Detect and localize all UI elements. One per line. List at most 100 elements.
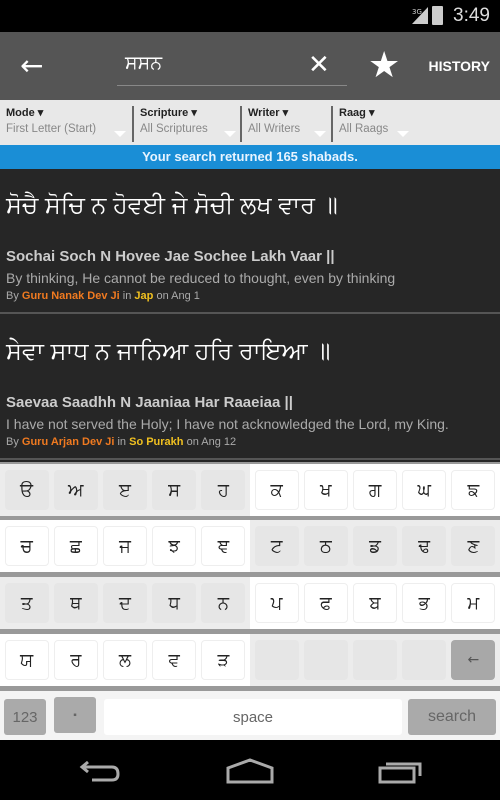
transliteration: Saevaa Saadhh N Jaaniaa Har Raaeiaa ||: [6, 394, 293, 411]
translation: By thinking, He cannot be reduced to tho…: [6, 270, 396, 286]
keyboard-row: ੳਅੲਸਹਕਖਗਘਙ: [0, 464, 500, 516]
result-item[interactable]: ਸੋਚੈ ਸੋਚਿ ਨ ਹੋਵਈ ਜੇ ਸੋਚੀ ਲਖ ਵਾਰ ॥ Sochai…: [0, 170, 500, 314]
letter-key[interactable]: ਡ: [352, 526, 397, 566]
source: Jap: [134, 290, 154, 302]
keyboard-bottom-row: 123 ▪ space search: [0, 691, 500, 740]
letter-key[interactable]: ਹ: [201, 470, 246, 510]
letter-key[interactable]: ਰ: [53, 640, 98, 680]
letter-key[interactable]: ਥ: [53, 583, 98, 623]
empty-key[interactable]: [352, 640, 397, 680]
filter-label: Writer ▾: [248, 107, 289, 119]
in-text: in: [114, 436, 130, 448]
dot-key[interactable]: ▪: [54, 697, 96, 733]
letter-key[interactable]: ਫ: [303, 583, 348, 623]
letter-key[interactable]: ਨ: [201, 583, 246, 623]
letter-key[interactable]: ਭ: [402, 583, 447, 623]
letter-key[interactable]: ੳ: [4, 470, 49, 510]
gurmukhi-line: ਸੇਵਾ ਸਾਧ ਨ ਜਾਨਿਆ ਹਰਿ ਰਾਇਆ ॥: [6, 338, 331, 365]
raag-filter[interactable]: Raag ▾ All Raags: [333, 100, 413, 145]
filter-label: Mode ▾: [6, 107, 44, 119]
numbers-key[interactable]: 123: [4, 699, 46, 735]
by-text: By: [6, 436, 22, 448]
filter-label: Scripture ▾: [140, 107, 197, 119]
navigation-bar: [0, 740, 500, 800]
letter-key[interactable]: ਲ: [102, 640, 147, 680]
search-query: ਸਸਨ: [125, 52, 163, 74]
arrow-left-icon[interactable]: ←: [20, 52, 50, 80]
filter-value: First Letter (Start): [6, 123, 97, 135]
ang: on Ang 12: [183, 436, 237, 448]
mode-filter[interactable]: Mode ▾ First Letter (Start): [0, 100, 130, 145]
letter-key[interactable]: ਮ: [451, 583, 496, 623]
letter-key[interactable]: ਟ: [254, 526, 299, 566]
letter-key[interactable]: ਬ: [352, 583, 397, 623]
dropdown-icon: [224, 131, 236, 137]
back-icon[interactable]: [78, 756, 122, 786]
svg-text:3G: 3G: [412, 8, 422, 16]
letter-key[interactable]: ਘ: [402, 470, 447, 510]
key-group: ਯਰਲਵੜ: [0, 634, 250, 686]
key-group: ੳਅੲਸਹ: [0, 464, 250, 516]
letter-key[interactable]: ਝ: [152, 526, 197, 566]
by-text: By: [6, 290, 22, 302]
recent-apps-icon[interactable]: [378, 756, 424, 786]
letter-key[interactable]: ਅ: [53, 470, 98, 510]
letter-key[interactable]: ਸ: [152, 470, 197, 510]
letter-key[interactable]: ਠ: [303, 526, 348, 566]
star-icon[interactable]: ★: [368, 46, 400, 86]
letter-key[interactable]: ਚ: [4, 526, 49, 566]
attribution: By Guru Nanak Dev Ji in Jap on Ang 1: [6, 290, 200, 302]
attribution: By Guru Arjan Dev Ji in So Purakh on Ang…: [6, 436, 236, 448]
letter-key[interactable]: ਤ: [4, 583, 49, 623]
empty-key[interactable]: [254, 640, 299, 680]
letter-key[interactable]: ਙ: [451, 470, 496, 510]
letter-key[interactable]: ਦ: [102, 583, 147, 623]
filter-bar: Mode ▾ First Letter (Start) Scripture ▾ Al…: [0, 100, 500, 145]
history-button[interactable]: HISTORY: [429, 58, 490, 74]
letter-key[interactable]: ਢ: [402, 526, 447, 566]
letter-key[interactable]: ਖ: [303, 470, 348, 510]
key-group: ਪਫਬਭਮ: [250, 577, 500, 629]
letter-key[interactable]: ਛ: [53, 526, 98, 566]
dropdown-icon: [114, 131, 126, 137]
letter-key[interactable]: ਪ: [254, 583, 299, 623]
results-banner: Your search returned 165 shabads.: [0, 145, 500, 169]
letter-key[interactable]: ਯ: [4, 640, 49, 680]
home-icon[interactable]: [226, 756, 274, 786]
space-key[interactable]: space: [104, 699, 402, 735]
empty-key[interactable]: [303, 640, 348, 680]
key-group: ਚਛਜਝਞ: [0, 520, 250, 572]
letter-key[interactable]: ੜ: [201, 640, 246, 680]
letter-key[interactable]: ਗ: [352, 470, 397, 510]
transliteration: Sochai Soch N Hovee Jae Sochee Lakh Vaar…: [6, 248, 335, 265]
letter-key[interactable]: ਣ: [451, 526, 496, 566]
letter-key[interactable]: ਞ: [201, 526, 246, 566]
search-key[interactable]: search: [408, 699, 496, 735]
backspace-key[interactable]: ←: [451, 640, 496, 680]
clock: 3:49: [453, 5, 490, 26]
writer: Guru Arjan Dev Ji: [21, 436, 115, 448]
gurmukhi-line: ਸੋਚੈ ਸੋਚਿ ਨ ਹੋਵਈ ਜੇ ਸੋਚੀ ਲਖ ਵਾਰ ॥: [6, 192, 338, 219]
ang: on Ang 1: [153, 290, 200, 302]
status-bar: 3G 3:49: [0, 0, 500, 32]
keyboard-row: ਤਥਦਧਨਪਫਬਭਮ: [0, 577, 500, 629]
dropdown-icon: [397, 131, 409, 137]
key-group: ਤਥਦਧਨ: [0, 577, 250, 629]
writer-filter[interactable]: Writer ▾ All Writers: [242, 100, 330, 145]
result-item[interactable]: ਸੇਵਾ ਸਾਧ ਨ ਜਾਨਿਆ ਹਰਿ ਰਾਇਆ ॥ Saevaa Saadh…: [0, 316, 500, 460]
signal-icon: 3G: [412, 7, 428, 24]
key-group: ←: [250, 634, 500, 686]
scripture-filter[interactable]: Scripture ▾ All Scriptures: [134, 100, 240, 145]
letter-key[interactable]: ਜ: [102, 526, 147, 566]
keyboard-row: ਚਛਜਝਞਟਠਡਢਣ: [0, 520, 500, 572]
letter-key[interactable]: ਧ: [152, 583, 197, 623]
toolbar: ← ਸਸਨ ✕ ★ HISTORY: [0, 32, 500, 100]
close-icon[interactable]: ✕: [308, 50, 330, 80]
in-text: in: [119, 290, 135, 302]
letter-key[interactable]: ਵ: [152, 640, 197, 680]
filter-label: Raag ▾: [339, 107, 375, 119]
key-group: ਕਖਗਘਙ: [250, 464, 500, 516]
letter-key[interactable]: ੲ: [102, 470, 147, 510]
letter-key[interactable]: ਕ: [254, 470, 299, 510]
empty-key[interactable]: [402, 640, 447, 680]
